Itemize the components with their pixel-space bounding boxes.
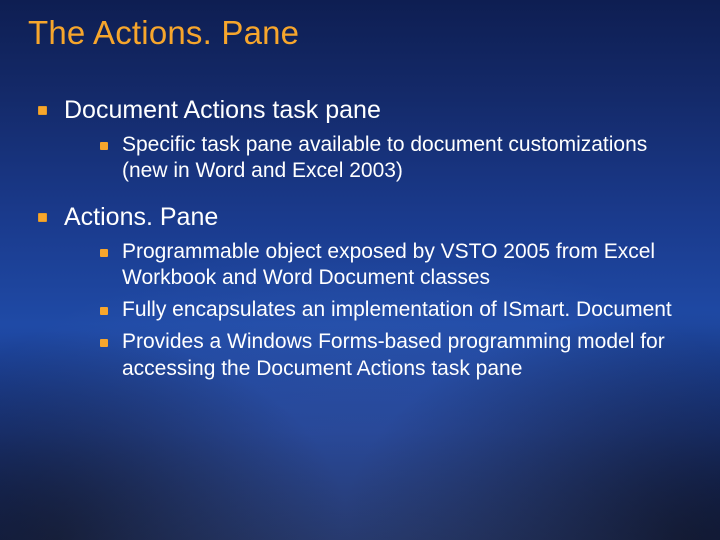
bullet-item: Document Actions task pane Specific task… [38,94,686,185]
sub-bullet-item: Programmable object exposed by VSTO 2005… [100,239,686,292]
slide-title: The Actions. Pane [28,14,686,52]
bullet-list: Document Actions task pane Specific task… [38,94,686,382]
sub-bullet-text: Programmable object exposed by VSTO 2005… [122,239,686,292]
sub-bullet-list: Programmable object exposed by VSTO 2005… [100,239,686,382]
sub-bullet-item: Fully encapsulates an implementation of … [100,297,686,323]
sub-bullet-list: Specific task pane available to document… [100,132,686,185]
bullet-item: Actions. Pane Programmable object expose… [38,201,686,382]
bullet-text: Document Actions task pane [64,94,686,126]
sub-bullet-text: Fully encapsulates an implementation of … [122,297,686,323]
bullet-text: Actions. Pane [64,201,686,233]
sub-bullet-text: Provides a Windows Forms-based programmi… [122,329,686,382]
sub-bullet-item: Specific task pane available to document… [100,132,686,185]
slide: The Actions. Pane Document Actions task … [0,0,720,540]
sub-bullet-text: Specific task pane available to document… [122,132,686,185]
sub-bullet-item: Provides a Windows Forms-based programmi… [100,329,686,382]
